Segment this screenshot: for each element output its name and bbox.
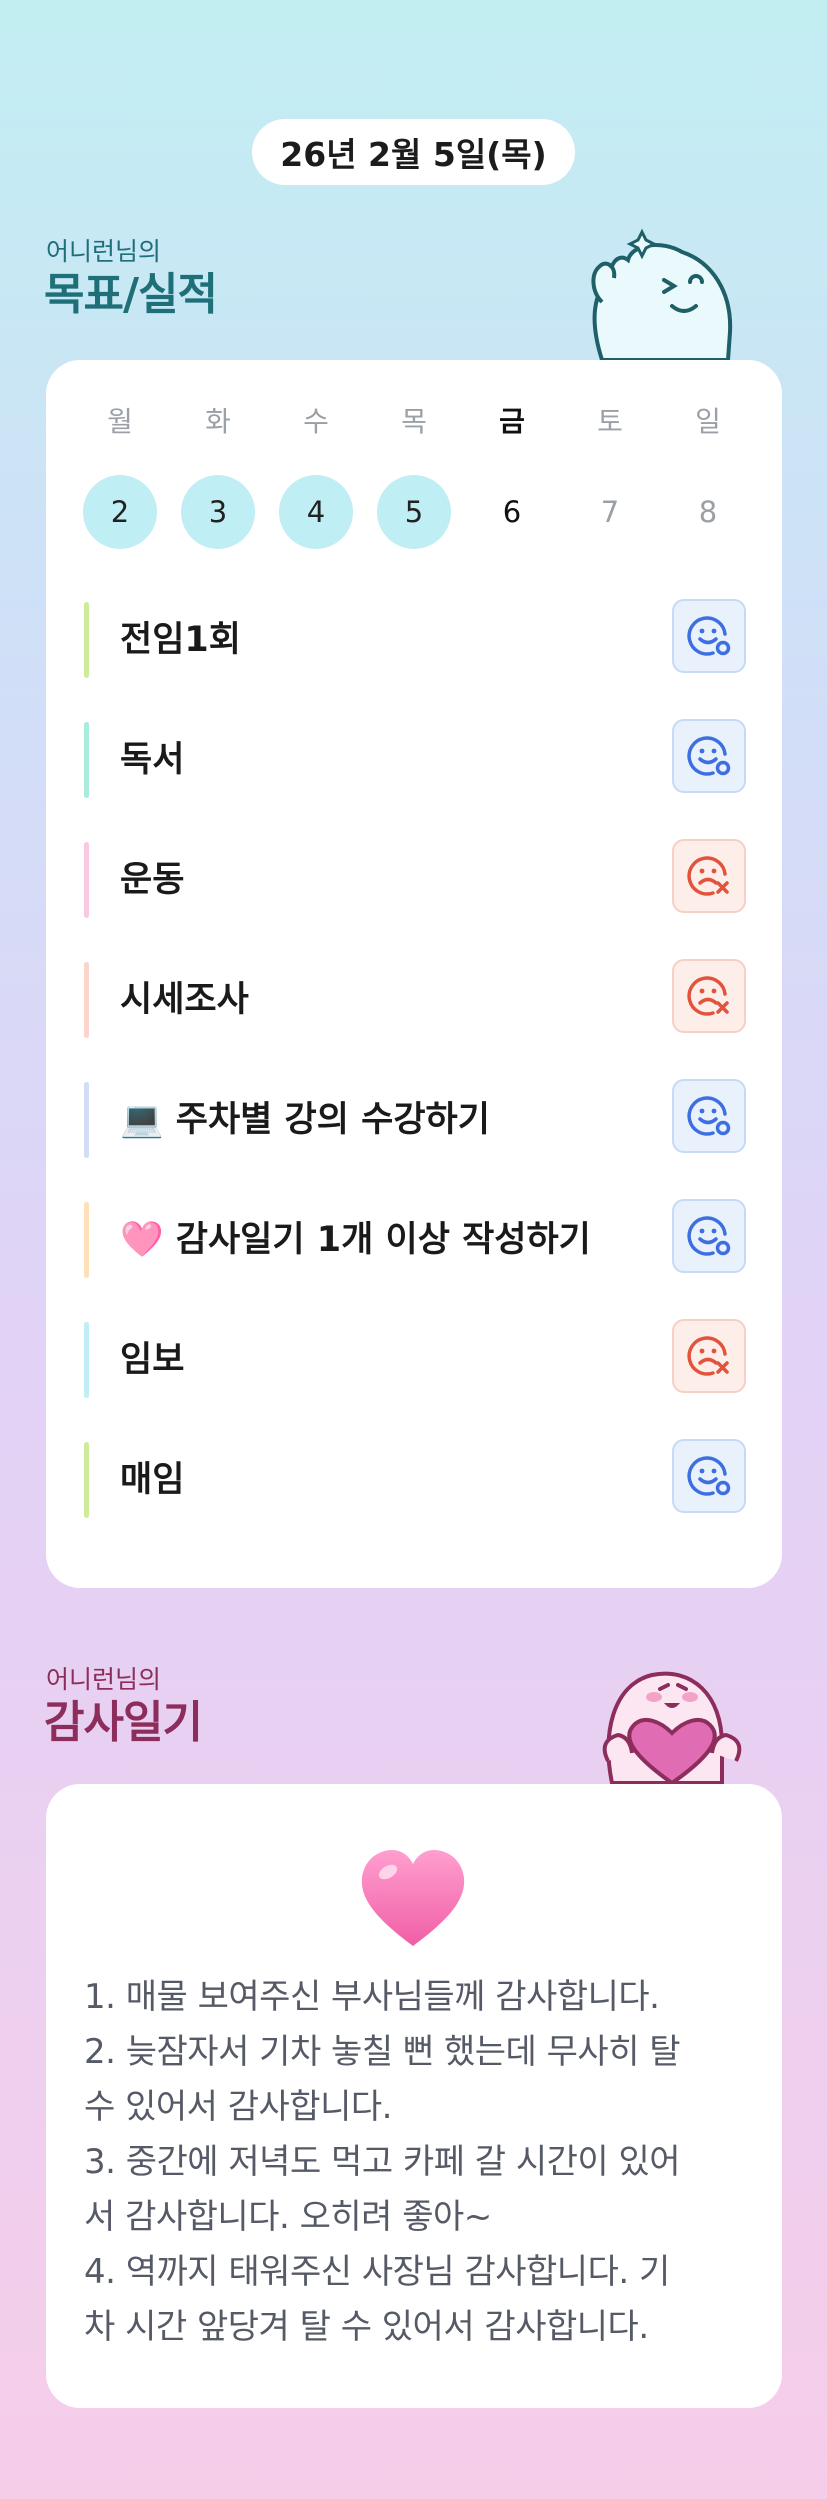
heart-icon [361,1850,465,1946]
day-number: 2 [83,475,157,549]
day-number: 5 [377,475,451,549]
goal-label: 시세조사 [120,980,249,1020]
goal-row[interactable]: 🩷 감사일기 1개 이상 작성하기 [84,1199,746,1278]
goal-label: 🩷 감사일기 1개 이상 작성하기 [120,1220,591,1260]
smile-check-icon [687,736,731,776]
day-name: 일 [695,405,721,438]
goal-row[interactable]: 매임 [84,1439,746,1518]
goal-label: 운동 [120,860,185,900]
day-number: 7 [600,495,620,529]
date-label: 26년 2월 5일(목) [280,135,547,174]
goal-row[interactable]: 전임1회 [84,599,746,678]
goal-label: 독서 [120,740,185,780]
diary-line: 차 시간 앞당겨 탈 수 있어서 감사합니다. [84,2307,649,2347]
smile-check-icon [687,1456,731,1496]
week-calendar: 월 2 화 3 수 4 목 5 금 6 토 7 일 8 [46,360,782,549]
smile-check-icon [687,1216,731,1256]
goal-color-bar [84,722,89,798]
day-name: 토 [597,405,623,438]
goal-color-bar [84,1322,89,1398]
status-fail-button[interactable] [672,1319,746,1393]
frown-x-icon [687,976,729,1016]
status-success-button[interactable] [672,719,746,793]
frown-x-icon [687,1336,729,1376]
goals-card: 월 2 화 3 수 4 목 5 금 6 토 7 일 8 전임1회 독서 운동 시… [46,360,782,1588]
goal-color-bar [84,962,89,1038]
status-success-button[interactable] [672,599,746,673]
diary-line: 서 감사합니다. 오히려 좋아~ [84,2197,492,2237]
goal-row[interactable]: 💻 주차별 강의 수강하기 [84,1079,746,1158]
status-success-button[interactable] [672,1079,746,1153]
day-name: 금 [499,405,525,438]
day-name: 수 [303,405,329,438]
goal-label: 매임 [120,1460,185,1500]
mascot-thumbs-up-illustration [591,228,733,362]
day-name: 목 [401,405,427,438]
day-number: 3 [181,475,255,549]
diary-line: 3. 중간에 저녁도 먹고 카페 갈 시간이 있어 [84,2142,681,2182]
diary-line: 2. 늦잠자서 기차 놓칠 뻔 했는데 무사히 탈 [84,2032,681,2072]
goal-label: 전임1회 [120,620,241,660]
goal-row[interactable]: 독서 [84,719,746,798]
day-name: 월 [107,405,133,438]
goal-color-bar [84,1442,89,1518]
diary-line: 수 있어서 감사합니다. [84,2087,392,2127]
day-number: 4 [279,475,353,549]
diary-line: 1. 매물 보여주신 부사님들께 감사합니다. [84,1977,660,2017]
day-number: 6 [502,495,522,529]
status-success-button[interactable] [672,1439,746,1513]
goals-section-title: 목표/실적 [44,269,218,320]
status-success-button[interactable] [672,1199,746,1273]
status-fail-button[interactable] [672,839,746,913]
status-fail-button[interactable] [672,959,746,1033]
smile-check-icon [687,1096,731,1136]
goal-color-bar [84,842,89,918]
goal-color-bar [84,1202,89,1278]
goal-label: 임보 [120,1340,185,1380]
goal-row[interactable]: 시세조사 [84,959,746,1038]
day-number: 8 [698,495,718,529]
goal-label: 💻 주차별 강의 수강하기 [120,1100,490,1140]
goal-row[interactable]: 임보 [84,1319,746,1398]
smile-check-icon [687,616,731,656]
frown-x-icon [687,856,729,896]
mascot-heart-illustration [602,1671,742,1785]
goal-color-bar [84,602,89,678]
diary-section-title: 감사일기 [44,1697,203,1748]
goal-color-bar [84,1082,89,1158]
goal-row[interactable]: 운동 [84,839,746,918]
diary-text: 1. 매물 보여주신 부사님들께 감사합니다. 2. 늦잠자서 기차 놓칠 뻔 … [84,1970,744,2355]
date-pill[interactable]: 26년 2월 5일(목) [252,119,575,185]
diary-line: 4. 역까지 태워주신 사장님 감사합니다. 기 [84,2252,670,2292]
day-name: 화 [205,405,231,438]
